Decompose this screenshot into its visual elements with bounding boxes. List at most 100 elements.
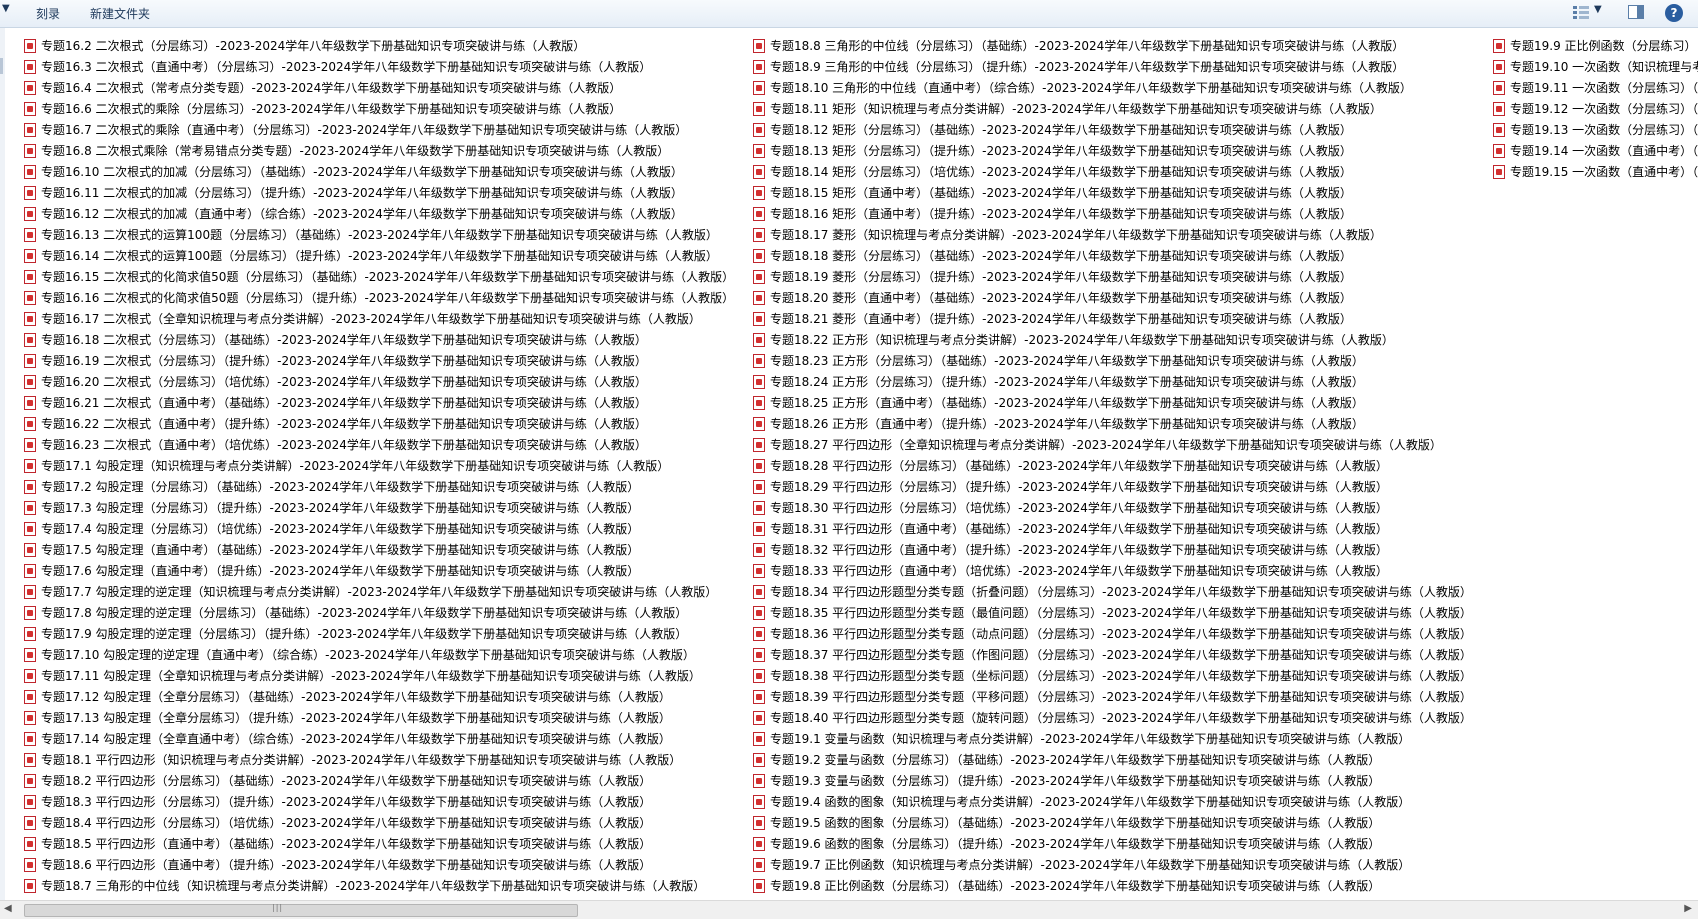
file-item[interactable]: 专题18.18 菱形（分层练习）（基础练）-2023-2024学年八年级数学下册… [753, 245, 1472, 266]
file-item[interactable]: 专题17.5 勾股定理（直通中考）（基础练）-2023-2024学年八年级数学下… [24, 539, 734, 560]
scroll-left-icon[interactable]: ◀ [4, 903, 12, 914]
file-item[interactable]: 专题17.14 勾股定理（全章直通中考）（综合练）-2023-2024学年八年级… [24, 728, 734, 749]
file-item[interactable]: 专题18.29 平行四边形（分层练习）（提升练）-2023-2024学年八年级数… [753, 476, 1472, 497]
file-item[interactable]: 专题18.33 平行四边形（直通中考）（培优练）-2023-2024学年八年级数… [753, 560, 1472, 581]
file-item[interactable]: 专题18.23 正方形（分层练习）（基础练）-2023-2024学年八年级数学下… [753, 350, 1472, 371]
file-item[interactable]: 专题16.17 二次根式（全章知识梳理与考点分类讲解）-2023-2024学年八… [24, 308, 734, 329]
file-item[interactable]: 专题16.3 二次根式（直通中考）（分层练习）-2023-2024学年八年级数学… [24, 56, 734, 77]
file-item[interactable]: 专题18.16 矩形（直通中考）（提升练）-2023-2024学年八年级数学下册… [753, 203, 1472, 224]
file-item[interactable]: 专题17.6 勾股定理（直通中考）（提升练）-2023-2024学年八年级数学下… [24, 560, 734, 581]
file-item[interactable]: 专题16.8 二次根式乘除（常考易错点分类专题）-2023-2024学年八年级数… [24, 140, 734, 161]
file-item[interactable]: 专题18.38 平行四边形题型分类专题（坐标问题）（分层练习）-2023-202… [753, 665, 1472, 686]
file-item[interactable]: 专题18.30 平行四边形（分层练习）（培优练）-2023-2024学年八年级数… [753, 497, 1472, 518]
file-item[interactable]: 专题18.34 平行四边形题型分类专题（折叠问题）（分层练习）-2023-202… [753, 581, 1472, 602]
collapse-arrow-icon[interactable]: ▼ [2, 3, 10, 14]
file-item[interactable]: 专题17.13 勾股定理（全章分层练习）（提升练）-2023-2024学年八年级… [24, 707, 734, 728]
file-item[interactable]: 专题18.5 平行四边形（直通中考）（基础练）-2023-2024学年八年级数学… [24, 833, 734, 854]
file-item[interactable]: 专题18.25 正方形（直通中考）（基础练）-2023-2024学年八年级数学下… [753, 392, 1472, 413]
file-item[interactable]: 专题18.24 正方形（分层练习）（提升练）-2023-2024学年八年级数学下… [753, 371, 1472, 392]
file-item[interactable]: 专题19.1 变量与函数（知识梳理与考点分类讲解）-2023-2024学年八年级… [753, 728, 1472, 749]
help-icon[interactable]: ? [1665, 4, 1683, 22]
file-item[interactable]: 专题18.11 矩形（知识梳理与考点分类讲解）-2023-2024学年八年级数学… [753, 98, 1472, 119]
file-item[interactable]: 专题18.40 平行四边形题型分类专题（旋转问题）（分层练习）-2023-202… [753, 707, 1472, 728]
file-item[interactable]: 专题18.15 矩形（直通中考）（基础练）-2023-2024学年八年级数学下册… [753, 182, 1472, 203]
file-item[interactable]: 专题18.4 平行四边形（分层练习）（培优练）-2023-2024学年八年级数学… [24, 812, 734, 833]
file-item[interactable]: 专题18.7 三角形的中位线（知识梳理与考点分类讲解）-2023-2024学年八… [24, 875, 734, 896]
file-item[interactable]: 专题18.20 菱形（直通中考）（基础练）-2023-2024学年八年级数学下册… [753, 287, 1472, 308]
file-item[interactable]: 专题18.27 平行四边形（全章知识梳理与考点分类讲解）-2023-2024学年… [753, 434, 1472, 455]
file-item[interactable]: 专题16.22 二次根式（直通中考）（提升练）-2023-2024学年八年级数学… [24, 413, 734, 434]
file-item[interactable]: 专题16.4 二次根式（常考点分类专题）-2023-2024学年八年级数学下册基… [24, 77, 734, 98]
file-item[interactable]: 专题19.5 函数的图象（分层练习）（基础练）-2023-2024学年八年级数学… [753, 812, 1472, 833]
preview-pane-icon[interactable] [1628, 5, 1644, 19]
file-item[interactable]: 专题16.21 二次根式（直通中考）（基础练）-2023-2024学年八年级数学… [24, 392, 734, 413]
file-item[interactable]: 专题18.14 矩形（分层练习）（培优练）-2023-2024学年八年级数学下册… [753, 161, 1472, 182]
file-item[interactable]: 专题17.9 勾股定理的逆定理（分层练习）（提升练）-2023-2024学年八年… [24, 623, 734, 644]
file-item[interactable]: 专题16.13 二次根式的运算100题（分层练习）（基础练）-2023-2024… [24, 224, 734, 245]
file-item[interactable]: 专题19.11 一次函数（分层练习）（ [1493, 77, 1698, 98]
file-item[interactable]: 专题19.2 变量与函数（分层练习）（基础练）-2023-2024学年八年级数学… [753, 749, 1472, 770]
file-item[interactable]: 专题18.12 矩形（分层练习）（基础练）-2023-2024学年八年级数学下册… [753, 119, 1472, 140]
file-item[interactable]: 专题19.4 函数的图象（知识梳理与考点分类讲解）-2023-2024学年八年级… [753, 791, 1472, 812]
file-item[interactable]: 专题16.2 二次根式（分层练习）-2023-2024学年八年级数学下册基础知识… [24, 35, 734, 56]
file-item[interactable]: 专题19.10 一次函数（知识梳理与考 [1493, 56, 1698, 77]
file-item[interactable]: 专题17.8 勾股定理的逆定理（分层练习）（基础练）-2023-2024学年八年… [24, 602, 734, 623]
file-item[interactable]: 专题16.23 二次根式（直通中考）（培优练）-2023-2024学年八年级数学… [24, 434, 734, 455]
file-item[interactable]: 专题19.12 一次函数（分层练习）（ [1493, 98, 1698, 119]
file-item[interactable]: 专题17.1 勾股定理（知识梳理与考点分类讲解）-2023-2024学年八年级数… [24, 455, 734, 476]
scroll-right-icon[interactable]: ▶ [1684, 903, 1692, 914]
file-item[interactable]: 专题19.13 一次函数（分层练习）（ [1493, 119, 1698, 140]
file-item[interactable]: 专题17.7 勾股定理的逆定理（知识梳理与考点分类讲解）-2023-2024学年… [24, 581, 734, 602]
file-item[interactable]: 专题19.14 一次函数（直通中考）（ [1493, 140, 1698, 161]
file-item[interactable]: 专题19.3 变量与函数（分层练习）（提升练）-2023-2024学年八年级数学… [753, 770, 1472, 791]
file-item[interactable]: 专题18.39 平行四边形题型分类专题（平移问题）（分层练习）-2023-202… [753, 686, 1472, 707]
file-item[interactable]: 专题16.14 二次根式的运算100题（分层练习）（提升练）-2023-2024… [24, 245, 734, 266]
view-options-dropdown-icon[interactable]: ▼ [1594, 4, 1602, 15]
file-item[interactable]: 专题16.12 二次根式的加减（直通中考）（综合练）-2023-2024学年八年… [24, 203, 734, 224]
file-item[interactable]: 专题16.6 二次根式的乘除（分层练习）-2023-2024学年八年级数学下册基… [24, 98, 734, 119]
file-item[interactable]: 专题16.18 二次根式（分层练习）（基础练）-2023-2024学年八年级数学… [24, 329, 734, 350]
file-item[interactable]: 专题18.31 平行四边形（直通中考）（基础练）-2023-2024学年八年级数… [753, 518, 1472, 539]
file-item[interactable]: 专题16.19 二次根式（分层练习）（提升练）-2023-2024学年八年级数学… [24, 350, 734, 371]
file-item[interactable]: 专题19.15 一次函数（直通中考）（ [1493, 161, 1698, 182]
file-item[interactable]: 专题18.35 平行四边形题型分类专题（最值问题）（分层练习）-2023-202… [753, 602, 1472, 623]
file-item[interactable]: 专题17.11 勾股定理（全章知识梳理与考点分类讲解）-2023-2024学年八… [24, 665, 734, 686]
file-item[interactable]: 专题18.32 平行四边形（直通中考）（提升练）-2023-2024学年八年级数… [753, 539, 1472, 560]
file-item[interactable]: 专题19.6 函数的图象（分层练习）（提升练）-2023-2024学年八年级数学… [753, 833, 1472, 854]
file-item[interactable]: 专题18.3 平行四边形（分层练习）（提升练）-2023-2024学年八年级数学… [24, 791, 734, 812]
file-item[interactable]: 专题18.17 菱形（知识梳理与考点分类讲解）-2023-2024学年八年级数学… [753, 224, 1472, 245]
file-item[interactable]: 专题17.2 勾股定理（分层练习）（基础练）-2023-2024学年八年级数学下… [24, 476, 734, 497]
file-item[interactable]: 专题19.9 正比例函数（分层练习） [1493, 35, 1698, 56]
file-item[interactable]: 专题18.19 菱形（分层练习）（提升练）-2023-2024学年八年级数学下册… [753, 266, 1472, 287]
change-view-icon[interactable] [1572, 5, 1590, 20]
file-item[interactable]: 专题18.1 平行四边形（知识梳理与考点分类讲解）-2023-2024学年八年级… [24, 749, 734, 770]
file-item[interactable]: 专题16.7 二次根式的乘除（直通中考）（分层练习）-2023-2024学年八年… [24, 119, 734, 140]
file-item[interactable]: 专题16.11 二次根式的加减（分层练习）（提升练）-2023-2024学年八年… [24, 182, 734, 203]
file-item[interactable]: 专题18.36 平行四边形题型分类专题（动点问题）（分层练习）-2023-202… [753, 623, 1472, 644]
file-item[interactable]: 专题18.21 菱形（直通中考）（提升练）-2023-2024学年八年级数学下册… [753, 308, 1472, 329]
file-item[interactable]: 专题18.37 平行四边形题型分类专题（作图问题）（分层练习）-2023-202… [753, 644, 1472, 665]
file-item[interactable]: 专题18.8 三角形的中位线（分层练习）（基础练）-2023-2024学年八年级… [753, 35, 1472, 56]
file-item[interactable]: 专题18.2 平行四边形（分层练习）（基础练）-2023-2024学年八年级数学… [24, 770, 734, 791]
file-item[interactable]: 专题16.10 二次根式的加减（分层练习）（基础练）-2023-2024学年八年… [24, 161, 734, 182]
file-item[interactable]: 专题18.13 矩形（分层练习）（提升练）-2023-2024学年八年级数学下册… [753, 140, 1472, 161]
file-item[interactable]: 专题17.3 勾股定理（分层练习）（提升练）-2023-2024学年八年级数学下… [24, 497, 734, 518]
file-item[interactable]: 专题18.9 三角形的中位线（分层练习）（提升练）-2023-2024学年八年级… [753, 56, 1472, 77]
file-item[interactable]: 专题17.12 勾股定理（全章分层练习）（基础练）-2023-2024学年八年级… [24, 686, 734, 707]
file-item[interactable]: 专题17.4 勾股定理（分层练习）（培优练）-2023-2024学年八年级数学下… [24, 518, 734, 539]
horizontal-scrollbar[interactable]: ◀ ||| ▶ [0, 900, 1698, 919]
file-item[interactable]: 专题16.20 二次根式（分层练习）（培优练）-2023-2024学年八年级数学… [24, 371, 734, 392]
file-item[interactable]: 专题19.7 正比例函数（知识梳理与考点分类讲解）-2023-2024学年八年级… [753, 854, 1472, 875]
burn-button[interactable]: 刻录 [36, 5, 60, 22]
file-item[interactable]: 专题18.22 正方形（知识梳理与考点分类讲解）-2023-2024学年八年级数… [753, 329, 1472, 350]
file-item[interactable]: 专题16.15 二次根式的化简求值50题（分层练习）（基础练）-2023-202… [24, 266, 734, 287]
file-item[interactable]: 专题18.10 三角形的中位线（直通中考）（综合练）-2023-2024学年八年… [753, 77, 1472, 98]
file-item[interactable]: 专题18.6 平行四边形（直通中考）（提升练）-2023-2024学年八年级数学… [24, 854, 734, 875]
new-folder-button[interactable]: 新建文件夹 [90, 5, 150, 22]
file-item[interactable]: 专题18.26 正方形（直通中考）（提升练）-2023-2024学年八年级数学下… [753, 413, 1472, 434]
file-item[interactable]: 专题16.16 二次根式的化简求值50题（分层练习）（提升练）-2023-202… [24, 287, 734, 308]
scrollbar-thumb[interactable] [24, 904, 578, 917]
file-item[interactable]: 专题19.8 正比例函数（分层练习）（基础练）-2023-2024学年八年级数学… [753, 875, 1472, 896]
file-item[interactable]: 专题17.10 勾股定理的逆定理（直通中考）（综合练）-2023-2024学年八… [24, 644, 734, 665]
file-item[interactable]: 专题18.28 平行四边形（分层练习）（基础练）-2023-2024学年八年级数… [753, 455, 1472, 476]
